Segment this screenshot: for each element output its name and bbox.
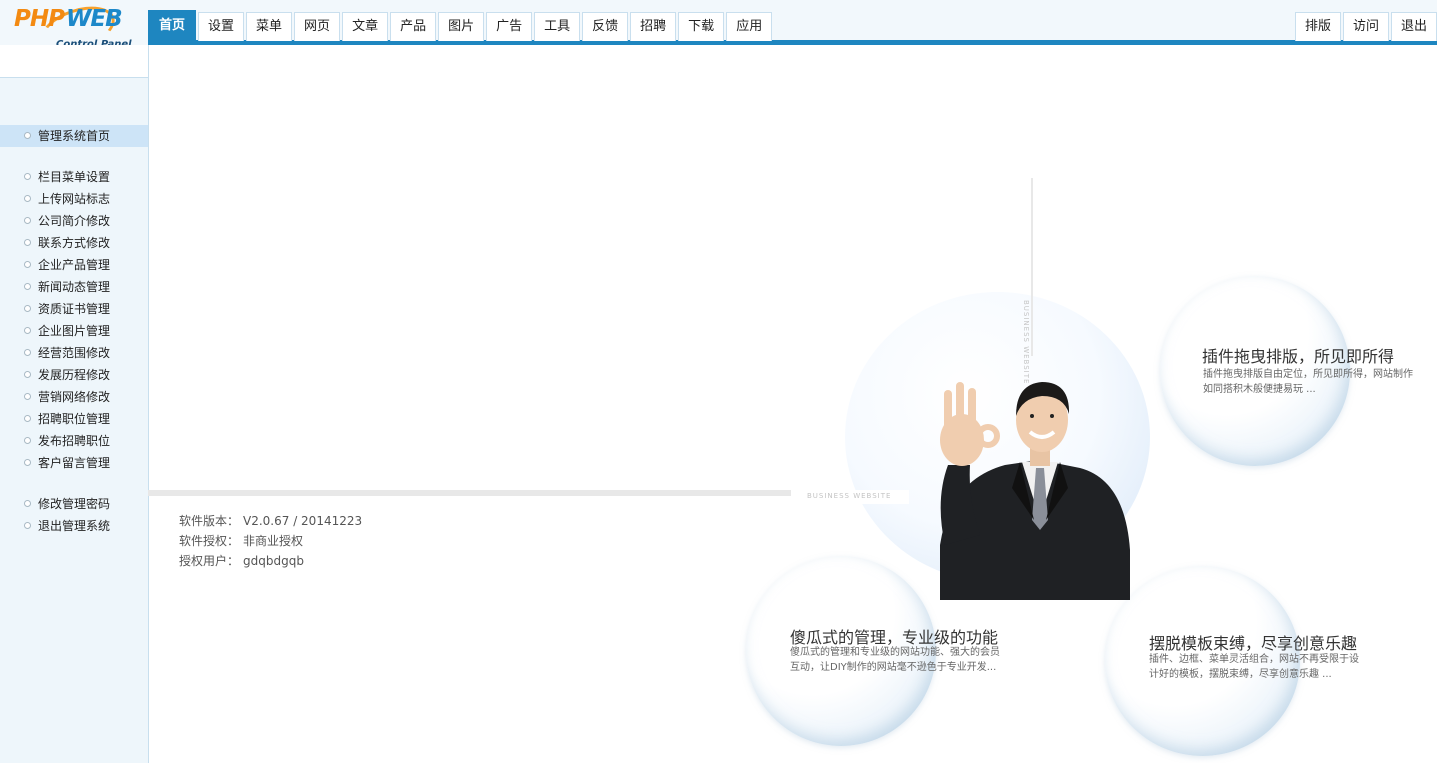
license-value: 非商业授权 [243,534,304,548]
sidebar-item-change-password[interactable]: 修改管理密码 [0,493,148,515]
bullet-icon [24,371,31,378]
divider-watermark-box: BUSINESS WEBSITE [791,490,909,504]
bullet-icon [24,393,31,400]
user-label: 授权用户： [179,554,240,568]
bullet-icon [24,173,31,180]
sidebar-item-label: 管理系统首页 [38,129,111,143]
sidebar-item-label: 公司简介修改 [38,214,111,228]
tab-ads[interactable]: 广告 [486,12,533,41]
tab-downloads[interactable]: 下载 [678,12,725,41]
sidebar-item-label: 栏目菜单设置 [38,170,111,184]
sidebar-item-certificates[interactable]: 资质证书管理 [0,298,148,320]
sidebar-item-news[interactable]: 新闻动态管理 [0,276,148,298]
version-value: V2.0.67 / 20141223 [243,514,363,528]
tab-pages[interactable]: 网页 [294,12,341,41]
bullet-icon [24,500,31,507]
bullet-icon [24,239,31,246]
sidebar-item-sales-network[interactable]: 营销网络修改 [0,386,148,408]
sidebar-item-label: 经营范围修改 [38,346,111,360]
tab-home[interactable]: 首页 [148,10,197,41]
sidebar-item-home[interactable]: 管理系统首页 [0,125,148,147]
bullet-icon [24,327,31,334]
version-row: 软件版本： V2.0.67 / 20141223 [179,512,362,529]
bullet-icon [24,283,31,290]
bullet-icon [24,305,31,312]
sidebar-item-messages[interactable]: 客户留言管理 [0,452,148,474]
tab-tools[interactable]: 工具 [534,12,581,41]
businessman-illustration [940,382,1130,600]
sidebar-item-label: 企业图片管理 [38,324,111,338]
sidebar-item-images[interactable]: 企业图片管理 [0,320,148,342]
bullet-icon [24,522,31,529]
sidebar-item-label: 资质证书管理 [38,302,111,316]
sidebar-item-label: 联系方式修改 [38,236,111,250]
bullet-icon [24,459,31,466]
tab-settings[interactable]: 设置 [198,12,245,41]
license-label: 软件授权： [179,534,240,548]
user-value: gdqbdgqb [243,554,304,568]
bullet-icon [24,261,31,268]
logo-web-text: WEB [66,6,123,32]
tab-layout[interactable]: 排版 [1294,12,1341,41]
sidebar-item-business-scope[interactable]: 经营范围修改 [0,342,148,364]
bullet-icon [24,415,31,422]
sidebar-item-label: 营销网络修改 [38,390,111,404]
sidebar-item-label: 企业产品管理 [38,258,111,272]
sidebar-item-label: 招聘职位管理 [38,412,111,426]
main-nav: 首页 设置 菜单 网页 文章 产品 图片 广告 工具 反馈 招聘 下载 应用 [148,10,774,41]
version-label: 软件版本： [179,514,240,528]
tab-apps[interactable]: 应用 [726,12,773,41]
sidebar-item-label: 新闻动态管理 [38,280,111,294]
tab-menu[interactable]: 菜单 [246,12,293,41]
feature-3-title: 摆脱模板束缚，尽享创意乐趣 [1149,634,1358,653]
license-row: 软件授权： 非商业授权 [179,532,303,549]
sidebar-item-label: 修改管理密码 [38,497,111,511]
sidebar-logo-area [0,45,148,78]
user-row: 授权用户： gdqbdgqb [179,552,304,569]
sidebar-item-company-intro[interactable]: 公司简介修改 [0,210,148,232]
feature-2-desc: 傻瓜式的管理和专业级的网站功能、强大的会员互动，让DIY制作的网站毫不逊色于专业… [790,647,1000,673]
sidebar-item-contact[interactable]: 联系方式修改 [0,232,148,254]
bullet-icon [24,349,31,356]
bullet-icon [24,132,31,139]
divider-watermark: BUSINESS WEBSITE [807,492,892,500]
vertical-divider [1031,178,1033,356]
sidebar-item-exit[interactable]: 退出管理系统 [0,515,148,537]
tab-jobs[interactable]: 招聘 [630,12,677,41]
sidebar-item-column-menu[interactable]: 栏目菜单设置 [0,166,148,188]
logo-php-text: PHP [14,6,65,32]
sidebar-item-history[interactable]: 发展历程修改 [0,364,148,386]
sidebar-item-job-manage[interactable]: 招聘职位管理 [0,408,148,430]
feature-1-title: 插件拖曳排版，所见即所得 [1202,347,1395,366]
feature-1-desc: 插件拖曳排版自由定位，所见即所得，网站制作如同搭积木般便捷易玩 ... [1203,369,1413,395]
sidebar-item-label: 发展历程修改 [38,368,111,382]
bullet-icon [24,195,31,202]
sidebar-item-label: 发布招聘职位 [38,434,111,448]
tab-articles[interactable]: 文章 [342,12,389,41]
feature-3-desc: 插件、边框、菜单灵活组合，网站不再受限于设计好的模板，摆脱束缚，尽享创意乐趣 .… [1149,654,1359,680]
tab-products[interactable]: 产品 [390,12,437,41]
bullet-icon [24,217,31,224]
sidebar-item-label: 客户留言管理 [38,456,111,470]
sidebar-item-label: 上传网站标志 [38,192,111,206]
horizontal-divider [148,490,791,496]
tab-visit[interactable]: 访问 [1342,12,1389,41]
right-nav: 排版 访问 退出 [1293,10,1437,41]
bullet-icon [24,437,31,444]
tab-logout[interactable]: 退出 [1390,12,1437,41]
sidebar-item-upload-logo[interactable]: 上传网站标志 [0,188,148,210]
sidebar: 管理系统首页 栏目菜单设置 上传网站标志 公司简介修改 联系方式修改 企业产品管… [0,45,149,763]
sidebar-item-products[interactable]: 企业产品管理 [0,254,148,276]
sidebar-item-label: 退出管理系统 [38,519,111,533]
tab-images[interactable]: 图片 [438,12,485,41]
tab-feedback[interactable]: 反馈 [582,12,629,41]
sidebar-item-job-post[interactable]: 发布招聘职位 [0,430,148,452]
